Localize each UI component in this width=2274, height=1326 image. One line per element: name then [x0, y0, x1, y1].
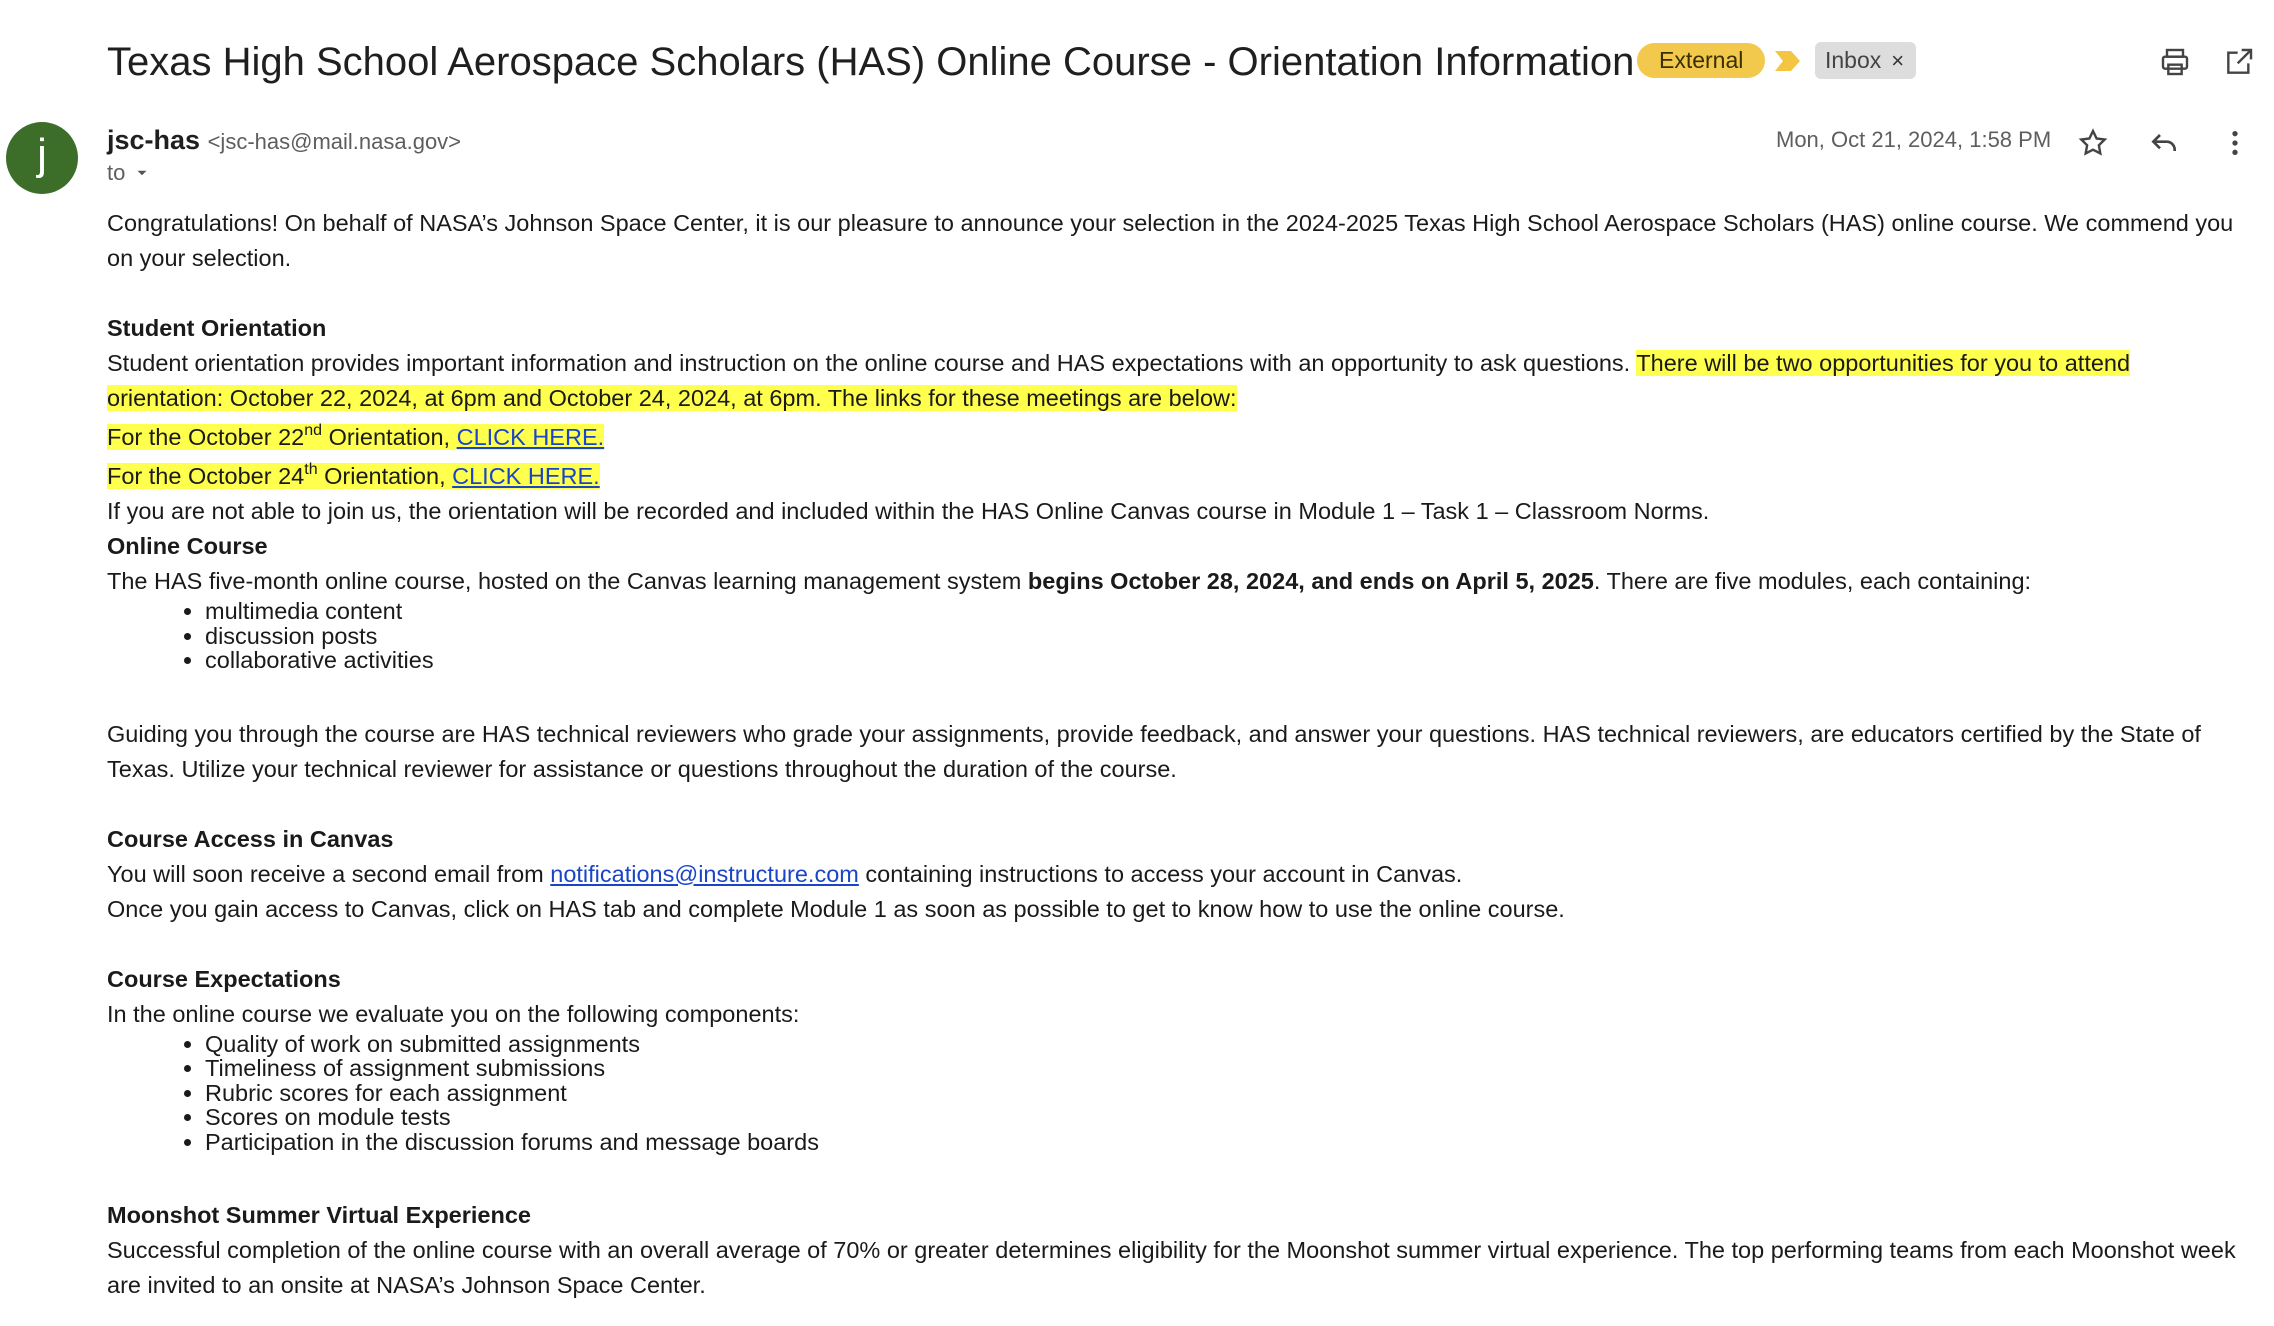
notifications-email-link[interactable]: notifications@instructure.com — [550, 861, 859, 887]
reply-icon[interactable] — [2143, 122, 2185, 164]
orientation-paragraph: Student orientation provides important i… — [107, 346, 2237, 416]
orientation-text: Student orientation provides important i… — [107, 350, 1637, 376]
orientation-heading: Student Orientation — [107, 315, 327, 341]
oct22-click-here-link[interactable]: CLICK HERE. — [457, 424, 605, 450]
list-item: multimedia content — [205, 599, 2237, 624]
moonshot-heading: Moonshot Summer Virtual Experience — [107, 1202, 531, 1228]
oct24-click-here-link[interactable]: CLICK HERE. — [452, 463, 600, 489]
oct22-sup: nd — [304, 422, 323, 439]
recipients-toggle[interactable]: to — [107, 160, 151, 186]
expectations-list: Quality of work on submitted assignments… — [107, 1031, 2237, 1155]
oct24-suffix: Orientation, — [317, 463, 453, 489]
print-icon[interactable] — [2155, 42, 2195, 82]
remove-label-icon[interactable]: × — [1891, 42, 1904, 79]
list-item: discussion posts — [205, 623, 2237, 649]
online-course-paragraph: The HAS five-month online course, hosted… — [107, 564, 2237, 599]
access-followup: Once you gain access to Canvas, click on… — [107, 895, 1565, 922]
online-text-2: . There are five modules, each containin… — [1593, 568, 2032, 594]
online-dates: begins October 28, 2024, and ends on Apr… — [1027, 568, 1594, 594]
recorded-note: If you are not able to join us, the orie… — [107, 498, 1710, 524]
oct22-prefix: For the October 22 — [107, 424, 305, 450]
course-access-heading: Course Access in Canvas — [107, 825, 394, 852]
open-in-new-window-icon[interactable] — [2219, 42, 2259, 82]
inbox-label-text: Inbox — [1825, 47, 1882, 73]
message-date: Mon, Oct 21, 2024, 1:58 PM — [1776, 127, 2052, 152]
moonshot-paragraph: Successful completion of the online cour… — [107, 1237, 2236, 1298]
list-item: Scores on module tests — [205, 1105, 2237, 1130]
online-course-heading: Online Course — [107, 533, 268, 559]
external-label[interactable]: External — [1637, 43, 1766, 78]
oct22-link-line: For the October 22nd Orientation, CLICK … — [107, 420, 2237, 455]
intro-paragraph: Congratulations! On behalf of NASA’s Joh… — [107, 210, 2234, 271]
avatar[interactable]: j — [6, 122, 78, 194]
to-label: to — [107, 160, 126, 185]
more-vert-icon[interactable] — [2214, 122, 2256, 164]
reviewers-paragraph: Guiding you through the course are HAS t… — [107, 720, 2201, 782]
list-item: Timeliness of assignment submissions — [205, 1056, 2237, 1081]
oct24-prefix: For the October 24 — [107, 463, 305, 489]
star-icon[interactable] — [2072, 122, 2114, 164]
list-item: collaborative activities — [205, 648, 2237, 673]
online-text-1: The HAS five-month online course, hosted… — [107, 568, 1028, 594]
email-subject: Texas High School Aerospace Scholars (HA… — [107, 40, 1635, 84]
access-paragraph: You will soon receive a second email fro… — [107, 857, 2237, 892]
sender-info: jsc-has <jsc-has@mail.nasa.gov> — [107, 122, 461, 160]
oct24-link-line: For the October 24th Orientation, CLICK … — [107, 459, 2237, 494]
list-item: Rubric scores for each assignment — [205, 1080, 2237, 1106]
chevron-down-icon — [137, 170, 147, 176]
list-item: Quality of work on submitted assignments — [205, 1031, 2237, 1057]
email-header: Texas High School Aerospace Scholars (HA… — [107, 34, 2254, 94]
sender-email: <jsc-has@mail.nasa.gov> — [207, 129, 462, 154]
sender-name[interactable]: jsc-has — [107, 125, 200, 155]
list-item: Participation in the discussion forums a… — [205, 1129, 2237, 1155]
oct24-sup: th — [304, 461, 318, 478]
course-expectations-heading: Course Expectations — [107, 965, 341, 992]
module-list: multimedia content discussion posts coll… — [107, 599, 2237, 673]
email-body: Congratulations! On behalf of NASA’s Joh… — [107, 206, 2237, 1303]
access-text-2: containing instructions to access your a… — [858, 860, 1463, 887]
expectations-intro: In the online course we evaluate you on … — [107, 1000, 800, 1027]
inbox-label[interactable]: Inbox × — [1815, 42, 1917, 79]
access-text-1: You will soon receive a second email fro… — [107, 860, 551, 887]
importance-marker-icon[interactable] — [1773, 48, 1803, 74]
oct22-suffix: Orientation, — [322, 424, 457, 450]
